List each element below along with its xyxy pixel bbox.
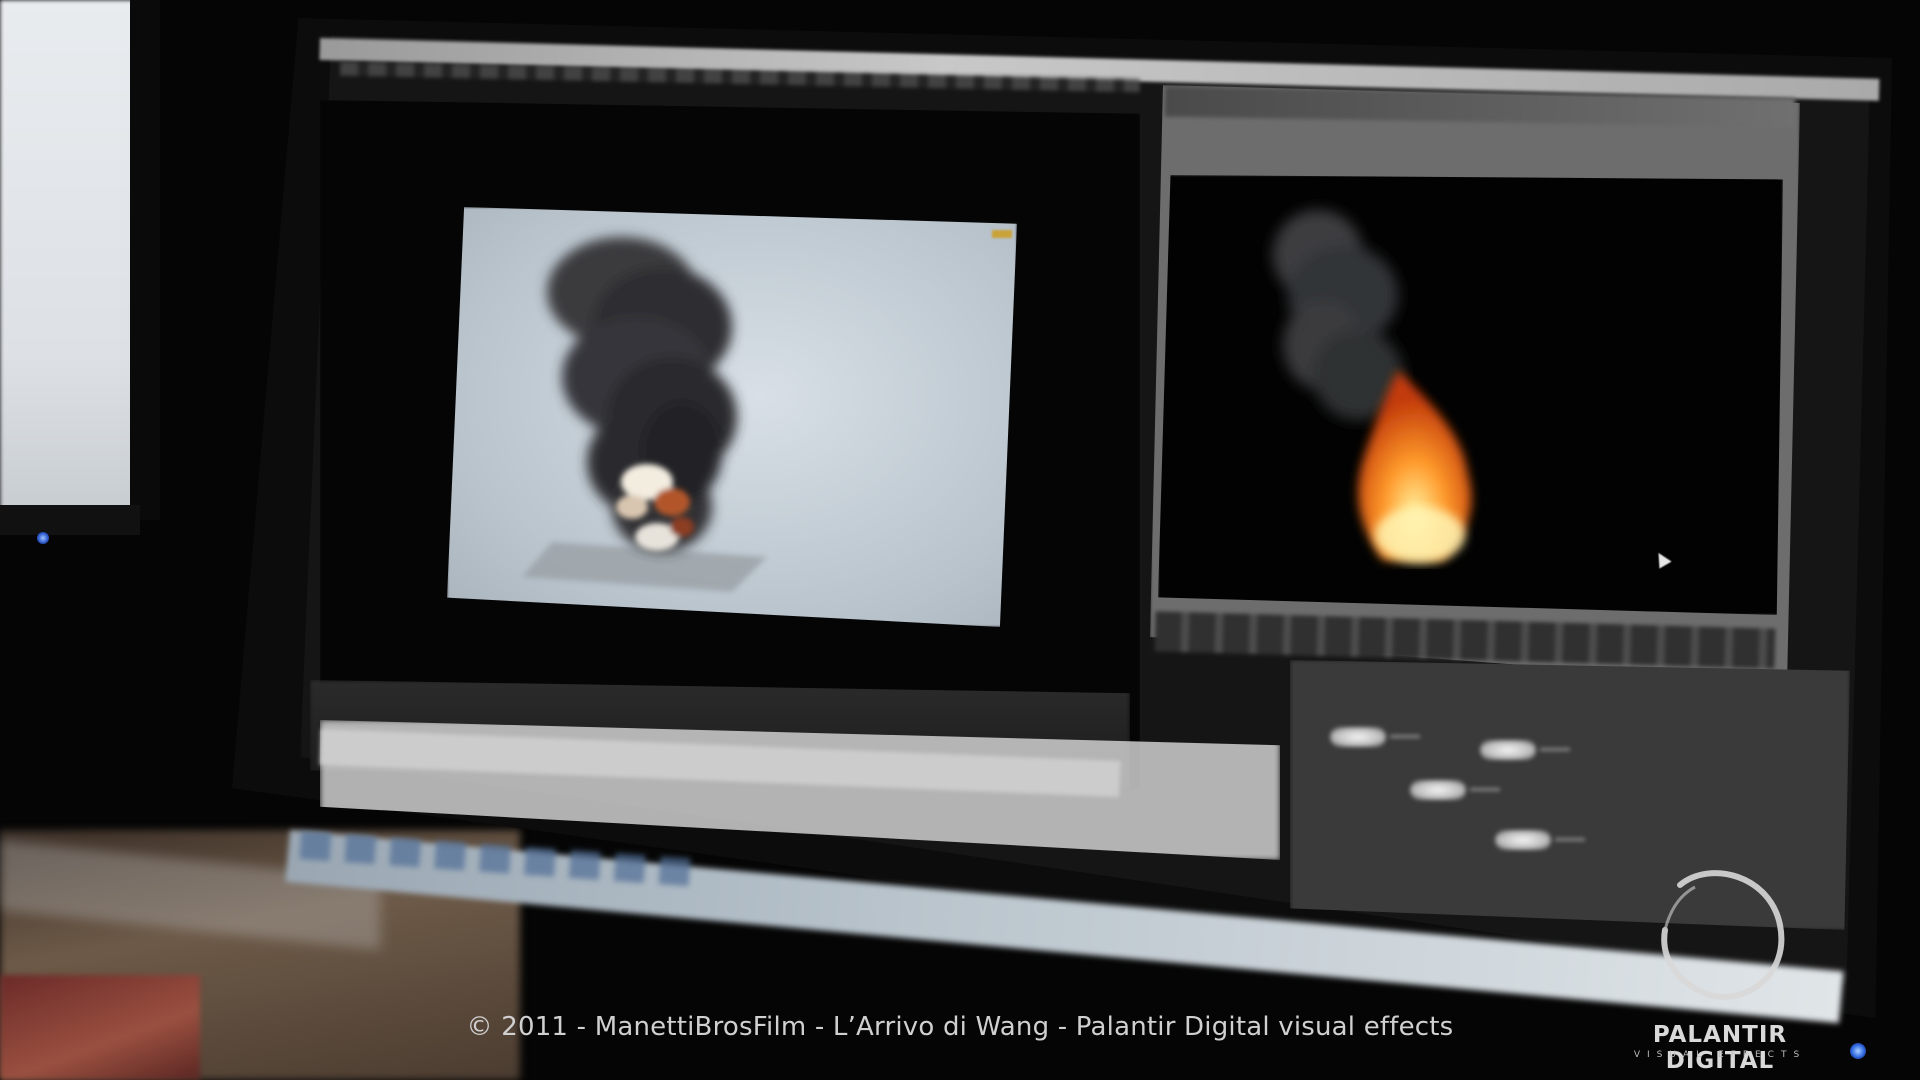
left-monitor-screen — [0, 0, 135, 510]
ring-logo-icon — [1661, 870, 1785, 1000]
logo-wordmark: PALANTIR DIGITAL — [1652, 1022, 1788, 1074]
fire-simulation-render — [1273, 210, 1472, 563]
power-led-icon — [1850, 1043, 1866, 1059]
logo-tagline: VISUAL EFFECTS — [1633, 1050, 1807, 1060]
left-monitor-bottom-bezel — [0, 505, 140, 535]
render-status-marker — [992, 230, 1012, 238]
smoke-simulation-render — [522, 237, 767, 592]
network-node[interactable] — [1495, 830, 1585, 850]
power-led-icon — [37, 532, 49, 544]
left-monitor-bezel — [130, 0, 160, 520]
network-node[interactable] — [1330, 727, 1420, 747]
network-node[interactable] — [1480, 740, 1570, 760]
network-node[interactable] — [1410, 780, 1500, 800]
